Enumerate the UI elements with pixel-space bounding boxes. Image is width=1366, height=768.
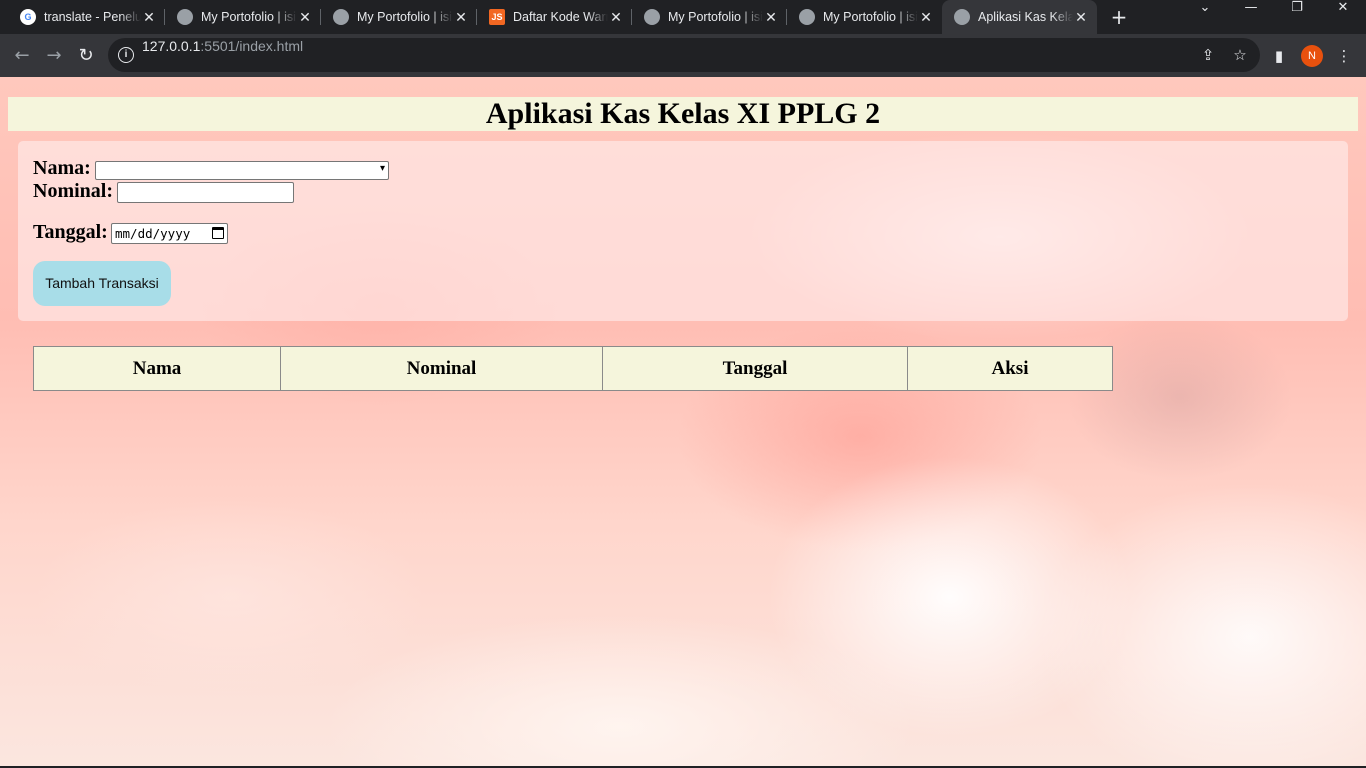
calendar-icon[interactable] — [212, 227, 224, 239]
close-tab-icon[interactable]: ✕ — [763, 9, 779, 26]
column-header-nominal: Nominal — [281, 347, 603, 390]
globe-icon — [177, 9, 193, 25]
tambah-transaksi-button[interactable]: Tambah Transaksi — [33, 261, 171, 306]
browser-tab[interactable]: My Portofolio | isi ✕ — [632, 0, 787, 34]
browser-tab[interactable]: My Portofolio | isi ✕ — [165, 0, 321, 34]
tab-title: My Portofolio | isi — [668, 10, 763, 24]
menu-icon[interactable]: ⋮ — [1334, 46, 1354, 66]
page-title: Aplikasi Kas Kelas XI PPLG 2 — [485, 97, 881, 130]
window-close-icon[interactable]: ✕ — [1320, 0, 1366, 34]
browser-tab[interactable]: JS Daftar Kode Warna ✕ — [477, 0, 632, 34]
site-info-icon[interactable]: i — [118, 47, 134, 63]
globe-icon — [799, 9, 815, 25]
bookmark-star-icon[interactable]: ☆ — [1231, 46, 1249, 64]
tab-title: My Portofolio | isi — [201, 10, 296, 24]
page-viewport: Aplikasi Kas Kelas XI PPLG 2 Nama: ▾ Nom… — [0, 77, 1366, 766]
browser-tab[interactable]: G translate - Penelusuran Google ✕ — [8, 0, 165, 34]
nama-select[interactable]: ▾ — [95, 161, 389, 180]
close-tab-icon[interactable]: ✕ — [453, 9, 469, 26]
restore-icon[interactable]: ❐ — [1274, 0, 1320, 34]
chevron-down-icon: ▾ — [379, 163, 385, 174]
tab-title: translate - Penelusuran Google — [44, 10, 141, 24]
new-tab-button[interactable]: + — [1108, 6, 1130, 28]
browser-toolbar: ← → ↻ i 127.0.0.1:5501/index.html ⇪ ☆ ▮ … — [0, 34, 1366, 77]
js-icon: JS — [489, 9, 505, 25]
date-placeholder: mm/dd/yyyy — [115, 226, 191, 241]
tanggal-label: Tanggal: — [33, 221, 108, 243]
forward-icon[interactable]: → — [40, 42, 68, 70]
tanggal-date-input[interactable]: mm/dd/yyyy — [111, 223, 228, 244]
browser-tab[interactable]: My Portofolio | isi ✕ — [321, 0, 477, 34]
close-tab-icon[interactable]: ✕ — [1073, 9, 1089, 26]
tab-search-chevron-icon[interactable]: ⌄ — [1182, 0, 1228, 34]
address-bar[interactable]: i 127.0.0.1:5501/index.html ⇪ ☆ — [108, 38, 1260, 72]
close-tab-icon[interactable]: ✕ — [297, 9, 313, 26]
reload-icon[interactable]: ↻ — [72, 42, 100, 70]
tab-title: My Portofolio | isi — [823, 10, 918, 24]
nominal-input[interactable] — [117, 182, 294, 203]
share-icon[interactable]: ⇪ — [1199, 46, 1217, 64]
browser-tab[interactable]: My Portofolio | isi ✕ — [787, 0, 942, 34]
globe-icon — [644, 9, 660, 25]
url-text[interactable]: 127.0.0.1:5501/index.html — [142, 38, 303, 54]
globe-icon — [333, 9, 349, 25]
google-icon: G — [20, 9, 36, 25]
page-header: Aplikasi Kas Kelas XI PPLG 2 — [8, 97, 1358, 131]
tab-title: Daftar Kode Warna — [513, 10, 608, 24]
column-header-tanggal: Tanggal — [603, 347, 908, 390]
nama-label: Nama: — [33, 157, 91, 179]
url-host: 127.0.0.1 — [142, 38, 201, 54]
tab-title: My Portofolio | isi — [357, 10, 452, 24]
back-icon[interactable]: ← — [8, 42, 36, 70]
url-path: :5501/index.html — [200, 38, 304, 54]
tab-title: Aplikasi Kas Kelas — [978, 10, 1073, 24]
profile-avatar[interactable]: N — [1301, 45, 1323, 67]
close-tab-icon[interactable]: ✕ — [141, 9, 157, 26]
close-tab-icon[interactable]: ✕ — [608, 9, 624, 26]
close-tab-icon[interactable]: ✕ — [918, 9, 934, 26]
column-header-nama: Nama — [34, 347, 281, 390]
transaction-table-header: Nama Nominal Tanggal Aksi — [33, 346, 1113, 391]
nominal-label: Nominal: — [33, 180, 113, 202]
column-header-aksi: Aksi — [991, 358, 1029, 379]
minimize-icon[interactable]: — — [1228, 0, 1274, 34]
tab-strip: G translate - Penelusuran Google ✕ My Po… — [0, 0, 1366, 34]
globe-icon — [954, 9, 970, 25]
side-panel-icon[interactable]: ▮ — [1269, 46, 1289, 66]
browser-tab-active[interactable]: Aplikasi Kas Kelas ✕ — [942, 0, 1097, 34]
